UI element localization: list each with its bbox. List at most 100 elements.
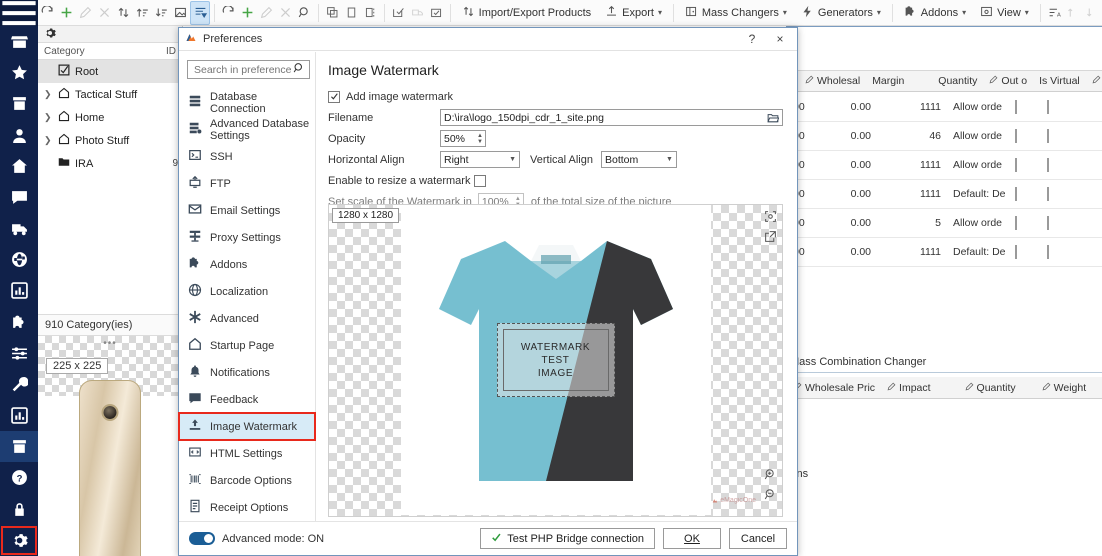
pref-item-barcode-options[interactable]: Barcode Options bbox=[179, 467, 315, 494]
menu-view[interactable]: View ▾ bbox=[973, 1, 1036, 25]
watermark-preview[interactable]: 1280 x 1280 WATERMARK TEST IMAGE eMagicO… bbox=[328, 204, 783, 517]
filename-field[interactable]: D:\ira\logo_150dpi_cdr_1_site.png bbox=[440, 109, 783, 126]
sliders-icon[interactable] bbox=[0, 338, 38, 369]
search-icon[interactable] bbox=[295, 1, 314, 25]
table-row[interactable]: 00 0.00 1111 Allow orde bbox=[787, 93, 1102, 122]
delete-icon[interactable] bbox=[95, 1, 114, 25]
puzzle-icon[interactable] bbox=[0, 307, 38, 338]
check-truck-icon[interactable] bbox=[408, 1, 427, 25]
column-wholesale[interactable]: Wholesal bbox=[799, 75, 866, 87]
add-watermark-checkbox[interactable] bbox=[328, 90, 340, 103]
menu-mass-changers[interactable]: Mass Changers ▾ bbox=[678, 1, 794, 25]
copy-icon[interactable] bbox=[323, 1, 342, 25]
cell-on-sale-checkbox[interactable] bbox=[1047, 187, 1049, 201]
table-row[interactable]: 00 0.00 1111 Default: De bbox=[787, 180, 1102, 209]
wrench-icon[interactable] bbox=[0, 369, 38, 400]
table-row[interactable]: 00 0.00 5 Allow orde bbox=[787, 209, 1102, 238]
globe-icon[interactable] bbox=[0, 244, 38, 275]
column-quantity[interactable]: Quantity bbox=[959, 382, 1022, 394]
refresh-icon[interactable] bbox=[38, 1, 57, 25]
cell-is-virtual-checkbox[interactable] bbox=[1015, 216, 1017, 230]
vertical-align-select[interactable]: Bottom ▼ bbox=[600, 151, 677, 168]
thumbnail-preview[interactable]: ••• 225 x 225 bbox=[38, 336, 182, 556]
pref-item-localization[interactable]: Localization bbox=[179, 278, 315, 305]
question-icon[interactable]: ? bbox=[0, 462, 38, 493]
chart-icon[interactable] bbox=[0, 275, 38, 306]
column-weight[interactable]: Weight bbox=[1036, 382, 1093, 394]
expand-chevron-icon[interactable]: ❯ bbox=[44, 89, 53, 100]
pref-item-advanced[interactable]: Advanced bbox=[179, 305, 315, 332]
pref-item-startup-page[interactable]: Startup Page bbox=[179, 332, 315, 359]
category-row-ira[interactable]: IRA 9 bbox=[38, 152, 182, 175]
pref-item-email-settings[interactable]: Email Settings bbox=[179, 197, 315, 224]
horizontal-align-select[interactable]: Right ▼ bbox=[440, 151, 520, 168]
column-out-of-stock[interactable]: Out o bbox=[983, 75, 1033, 87]
menu-import-export-products[interactable]: Import/Export Products bbox=[455, 1, 599, 25]
store-icon[interactable] bbox=[0, 26, 38, 57]
cell-on-sale-checkbox[interactable] bbox=[1047, 100, 1049, 114]
zoom-out-icon[interactable] bbox=[764, 488, 777, 504]
pref-item-ftp[interactable]: FTP bbox=[179, 170, 315, 197]
column-is-virtual[interactable]: Is Virtual bbox=[1033, 75, 1086, 87]
search-icon[interactable] bbox=[293, 62, 305, 77]
browse-folder-icon[interactable] bbox=[763, 112, 779, 124]
menu-generators[interactable]: Generators ▾ bbox=[794, 1, 888, 25]
category-row-tactical-stuff[interactable]: ❯ Tactical Stuff bbox=[38, 83, 182, 106]
column-on-sale[interactable]: On Sa bbox=[1086, 75, 1102, 87]
table-row[interactable]: 00 0.00 1111 Allow orde bbox=[787, 151, 1102, 180]
resize-checkbox[interactable] bbox=[474, 174, 486, 187]
duplicate-icon[interactable] bbox=[361, 1, 380, 25]
expand-icon[interactable] bbox=[764, 230, 777, 246]
sort-asc-icon[interactable] bbox=[1064, 1, 1083, 25]
category-row-home[interactable]: ❯ Home bbox=[38, 106, 182, 129]
pref-item-image-watermark[interactable]: Image Watermark bbox=[178, 412, 316, 441]
dialog-title-bar[interactable]: Preferences ? × bbox=[179, 28, 797, 51]
filter-icon[interactable] bbox=[190, 0, 210, 25]
table-row[interactable]: 00 0.00 1111 Default: De bbox=[787, 238, 1102, 267]
close-icon[interactable]: × bbox=[769, 32, 791, 46]
fit-icon[interactable] bbox=[764, 210, 777, 226]
sort-az-icon[interactable]: A bbox=[1045, 1, 1064, 25]
add-product-icon[interactable] bbox=[238, 1, 257, 25]
pref-item-proxy-settings[interactable]: Proxy Settings bbox=[179, 224, 315, 251]
menu-export[interactable]: Export ▾ bbox=[598, 1, 669, 25]
cell-on-sale-checkbox[interactable] bbox=[1047, 216, 1049, 230]
pref-item-addons[interactable]: Addons bbox=[179, 251, 315, 278]
add-icon[interactable] bbox=[57, 1, 76, 25]
lock-icon[interactable] bbox=[0, 494, 38, 525]
cell-is-virtual-checkbox[interactable] bbox=[1015, 187, 1017, 201]
pref-item-database-connection[interactable]: Database Connection bbox=[179, 89, 315, 116]
category-row-photo-stuff[interactable]: ❯ Photo Stuff bbox=[38, 129, 182, 152]
pref-item-feedback[interactable]: Feedback bbox=[179, 386, 315, 413]
column-wholesale-price[interactable]: Wholesale Pric bbox=[787, 382, 881, 394]
sort-desc-icon[interactable] bbox=[1083, 1, 1102, 25]
cancel-button[interactable]: Cancel bbox=[729, 528, 787, 549]
cell-is-virtual-checkbox[interactable] bbox=[1015, 129, 1017, 143]
column-impact[interactable]: Impact bbox=[881, 382, 937, 394]
paste-icon[interactable] bbox=[342, 1, 361, 25]
cell-on-sale-checkbox[interactable] bbox=[1047, 158, 1049, 172]
search-box[interactable] bbox=[187, 60, 310, 79]
refresh-grid-icon[interactable] bbox=[219, 1, 238, 25]
category-settings-bar[interactable] bbox=[38, 26, 182, 43]
pref-item-advanced-database-settings[interactable]: Advanced Database Settings bbox=[179, 116, 315, 143]
menu-burger-icon[interactable] bbox=[0, 0, 38, 26]
pref-item-notifications[interactable]: Notifications bbox=[179, 359, 315, 386]
pref-item-html-settings[interactable]: HTML Settings bbox=[179, 440, 315, 467]
drag-handle-dots[interactable]: ••• bbox=[103, 338, 117, 349]
pref-item-ssh[interactable]: SSH bbox=[179, 143, 315, 170]
sort-down-icon[interactable] bbox=[152, 1, 171, 25]
ok-button[interactable]: OK bbox=[663, 528, 721, 549]
category-row-root[interactable]: Root bbox=[38, 60, 182, 83]
expand-chevron-icon[interactable]: ❯ bbox=[44, 112, 53, 123]
help-button[interactable]: ? bbox=[741, 32, 763, 46]
zoom-in-icon[interactable] bbox=[764, 468, 777, 484]
truck-icon[interactable] bbox=[0, 213, 38, 244]
star-icon[interactable] bbox=[0, 57, 38, 88]
cell-on-sale-checkbox[interactable] bbox=[1047, 245, 1049, 259]
edit-product-icon[interactable] bbox=[257, 1, 276, 25]
user-icon[interactable] bbox=[0, 120, 38, 151]
image-icon[interactable] bbox=[171, 1, 190, 25]
edit-icon[interactable] bbox=[76, 1, 95, 25]
home-icon[interactable] bbox=[0, 151, 38, 182]
